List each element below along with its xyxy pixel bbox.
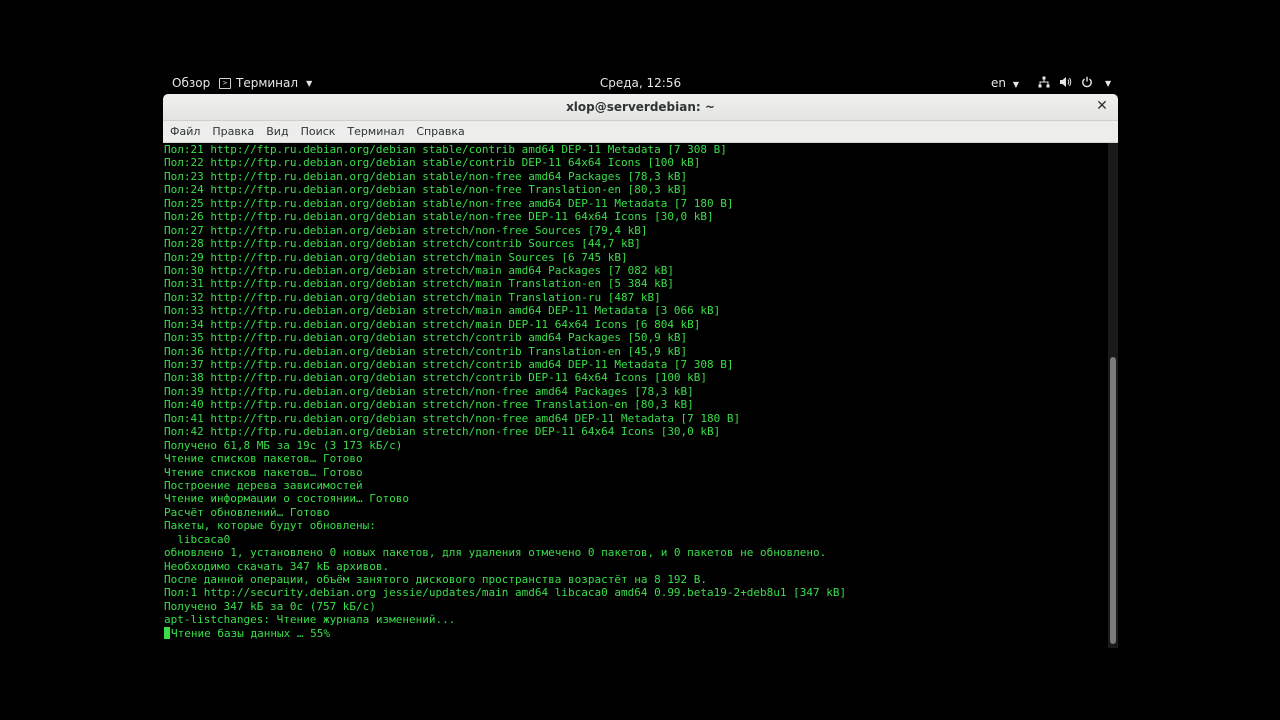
terminal-line: обновлено 1, установлено 0 новых пакетов… <box>163 546 1108 559</box>
window-title: xlop@serverdebian: ~ <box>566 100 715 114</box>
terminal-line-text: Пол:33 http://ftp.ru.debian.org/debian s… <box>164 304 721 318</box>
terminal-line-text: Пол:34 http://ftp.ru.debian.org/debian s… <box>164 317 701 331</box>
terminal-line: Чтение базы данных … 55% <box>163 626 1108 640</box>
terminal-line-text: Пол:40 http://ftp.ru.debian.org/debian s… <box>164 398 694 412</box>
terminal-line: Чтение списков пакетов… Готово <box>163 452 1108 465</box>
terminal-line: Пол:31 http://ftp.ru.debian.org/debian s… <box>163 277 1108 290</box>
terminal-line: Необходимо скачать 347 kБ архивов. <box>163 560 1108 573</box>
menu-help[interactable]: Справка <box>416 125 464 138</box>
terminal-line: libcaca0 <box>163 533 1108 546</box>
close-icon[interactable]: ✕ <box>1094 98 1110 114</box>
network-icon <box>1038 76 1050 90</box>
window-titlebar[interactable]: xlop@serverdebian: ~ ✕ <box>163 94 1118 121</box>
terminal-cursor <box>164 626 170 639</box>
terminal-line: Чтение списков пакетов… Готово <box>163 466 1108 479</box>
terminal-line-text: Пол:29 http://ftp.ru.debian.org/debian s… <box>164 250 628 264</box>
terminal-line-text: Пол:24 http://ftp.ru.debian.org/debian s… <box>164 183 688 197</box>
terminal-line-text: Пол:41 http://ftp.ru.debian.org/debian s… <box>164 411 741 425</box>
system-menu-button[interactable]: ▼ <box>1038 76 1111 90</box>
terminal-line-text: Чтение списков пакетов… Готово <box>164 452 363 466</box>
terminal-line-text: Получено 347 kБ за 0c (757 kБ/c) <box>164 599 376 613</box>
terminal-line-text: Необходимо скачать 347 kБ архивов. <box>164 559 390 573</box>
terminal-line: Пол:39 http://ftp.ru.debian.org/debian s… <box>163 385 1108 398</box>
terminal-line: Пол:25 http://ftp.ru.debian.org/debian s… <box>163 197 1108 210</box>
terminal-line-text: Пол:21 http://ftp.ru.debian.org/debian s… <box>164 143 727 156</box>
terminal-line: Пол:40 http://ftp.ru.debian.org/debian s… <box>163 398 1108 411</box>
terminal-line-text: Пол:27 http://ftp.ru.debian.org/debian s… <box>164 223 648 237</box>
terminal-line-text: Пол:42 http://ftp.ru.debian.org/debian s… <box>164 425 721 439</box>
terminal-line-text: Чтение базы данных … 55% <box>171 626 330 640</box>
terminal-line: Чтение информации о состоянии… Готово <box>163 492 1108 505</box>
terminal-line: Пол:28 http://ftp.ru.debian.org/debian s… <box>163 237 1108 250</box>
terminal-line: Пол:41 http://ftp.ru.debian.org/debian s… <box>163 412 1108 425</box>
terminal-line-text: Пол:36 http://ftp.ru.debian.org/debian s… <box>164 344 688 358</box>
power-icon <box>1081 76 1093 90</box>
terminal-line: Пол:1 http://security.debian.org jessie/… <box>163 586 1108 599</box>
menu-file[interactable]: Файл <box>170 125 200 138</box>
terminal-line: Пол:37 http://ftp.ru.debian.org/debian s… <box>163 358 1108 371</box>
terminal-line-text: Пол:30 http://ftp.ru.debian.org/debian s… <box>164 263 674 277</box>
terminal-line: Пол:21 http://ftp.ru.debian.org/debian s… <box>163 143 1108 156</box>
terminal-line-text: apt-listchanges: Чтение журнала изменени… <box>164 613 456 627</box>
terminal-output[interactable]: Пол:21 http://ftp.ru.debian.org/debian s… <box>163 143 1108 648</box>
terminal-line: Пол:35 http://ftp.ru.debian.org/debian s… <box>163 331 1108 344</box>
terminal-line-text: Пол:28 http://ftp.ru.debian.org/debian s… <box>164 237 641 251</box>
chevron-down-icon: ▼ <box>1105 78 1112 88</box>
menu-search[interactable]: Поиск <box>301 125 336 138</box>
terminal-line: Пол:30 http://ftp.ru.debian.org/debian s… <box>163 264 1108 277</box>
input-source-button[interactable]: en ▼ <box>991 76 1019 90</box>
terminal-line-text: Пол:25 http://ftp.ru.debian.org/debian s… <box>164 196 734 210</box>
terminal-line-text: Пол:1 http://security.debian.org jessie/… <box>164 586 847 600</box>
terminal-line-text: Пол:26 http://ftp.ru.debian.org/debian s… <box>164 210 714 224</box>
terminal-line-text: Пол:38 http://ftp.ru.debian.org/debian s… <box>164 371 708 385</box>
terminal-line-text: Получено 61,8 MБ за 19c (3 173 kБ/c) <box>164 438 403 452</box>
terminal-line: Пол:23 http://ftp.ru.debian.org/debian s… <box>163 170 1108 183</box>
terminal-line-text: Пакеты, которые будут обновлены: <box>164 519 376 533</box>
terminal-line: Пол:42 http://ftp.ru.debian.org/debian s… <box>163 425 1108 438</box>
terminal-line-text: Пол:35 http://ftp.ru.debian.org/debian s… <box>164 331 688 345</box>
terminal-line: Построение дерева зависимостей <box>163 479 1108 492</box>
terminal-line-text: Пол:39 http://ftp.ru.debian.org/debian s… <box>164 384 694 398</box>
terminal-line: Пол:34 http://ftp.ru.debian.org/debian s… <box>163 318 1108 331</box>
terminal-line: Пол:33 http://ftp.ru.debian.org/debian s… <box>163 304 1108 317</box>
scrollbar[interactable] <box>1108 143 1118 648</box>
terminal-line: Пол:36 http://ftp.ru.debian.org/debian s… <box>163 345 1108 358</box>
terminal-line: Пакеты, которые будут обновлены: <box>163 519 1108 532</box>
terminal-line-text: Пол:23 http://ftp.ru.debian.org/debian s… <box>164 169 688 183</box>
terminal-line: apt-listchanges: Чтение журнала изменени… <box>163 613 1108 626</box>
terminal-line-text: Пол:37 http://ftp.ru.debian.org/debian s… <box>164 358 734 371</box>
clock[interactable]: Среда, 12:56 <box>163 76 1118 90</box>
terminal-line-text: Чтение информации о состоянии… Готово <box>164 492 410 506</box>
terminal-line-text: libcaca0 <box>164 532 231 546</box>
terminal-line: Получено 347 kБ за 0c (757 kБ/c) <box>163 600 1108 613</box>
terminal-line: Пол:27 http://ftp.ru.debian.org/debian s… <box>163 224 1108 237</box>
terminal-line: Пол:22 http://ftp.ru.debian.org/debian s… <box>163 156 1108 169</box>
terminal-line: После данной операции, объём занятого ди… <box>163 573 1108 586</box>
terminal-line: Пол:32 http://ftp.ru.debian.org/debian s… <box>163 291 1108 304</box>
terminal-line: Расчёт обновлений… Готово <box>163 506 1108 519</box>
terminal-window: xlop@serverdebian: ~ ✕ Файл Правка Вид П… <box>163 94 1118 648</box>
terminal-line-text: Расчёт обновлений… Готово <box>164 505 330 519</box>
top-bar: Обзор > Терминал ▼ Среда, 12:56 en ▼ ▼ <box>163 72 1118 94</box>
terminal-line: Пол:29 http://ftp.ru.debian.org/debian s… <box>163 251 1108 264</box>
terminal-line: Пол:38 http://ftp.ru.debian.org/debian s… <box>163 371 1108 384</box>
terminal-line-text: Чтение списков пакетов… Готово <box>164 465 363 479</box>
menu-terminal[interactable]: Терминал <box>347 125 404 138</box>
terminal-line: Получено 61,8 MБ за 19c (3 173 kБ/c) <box>163 439 1108 452</box>
scrollbar-thumb[interactable] <box>1110 357 1116 644</box>
menu-bar: Файл Правка Вид Поиск Терминал Справка <box>163 121 1118 143</box>
terminal-line-text: обновлено 1, установлено 0 новых пакетов… <box>164 546 827 560</box>
input-source-label: en <box>991 76 1006 90</box>
menu-edit[interactable]: Правка <box>212 125 254 138</box>
terminal-line-text: Пол:32 http://ftp.ru.debian.org/debian s… <box>164 290 661 304</box>
terminal-line-text: Построение дерева зависимостей <box>164 478 363 492</box>
terminal-line-text: Пол:31 http://ftp.ru.debian.org/debian s… <box>164 277 674 291</box>
chevron-down-icon: ▼ <box>1012 80 1019 89</box>
terminal-line: Пол:26 http://ftp.ru.debian.org/debian s… <box>163 210 1108 223</box>
volume-icon <box>1059 76 1072 90</box>
terminal-line-text: Пол:22 http://ftp.ru.debian.org/debian s… <box>164 156 701 170</box>
menu-view[interactable]: Вид <box>266 125 288 138</box>
terminal-line-text: После данной операции, объём занятого ди… <box>164 573 708 586</box>
terminal-line: Пол:24 http://ftp.ru.debian.org/debian s… <box>163 183 1108 196</box>
